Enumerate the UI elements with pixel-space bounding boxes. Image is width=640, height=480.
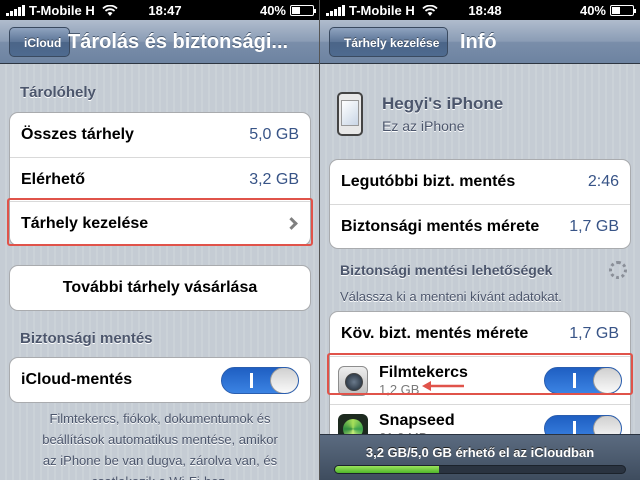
next-backup-size-value: 1,7 GB <box>569 325 619 342</box>
screenshot-composite: T-Mobile H 18:47 40% iCloud Tárolás és b… <box>0 0 640 480</box>
buy-more-storage-button[interactable]: További tárhely vásárlása <box>10 266 310 310</box>
battery-icon <box>610 4 636 16</box>
wifi-icon <box>422 4 438 16</box>
icloud-usage-progress <box>334 465 626 474</box>
icloud-backup-row: iCloud-mentés <box>10 358 310 402</box>
last-backup-value: 2:46 <box>587 173 619 190</box>
available-storage-value: 3,2 GB <box>249 170 299 188</box>
backup-size-row: Biztonsági mentés mérete 1,7 GB <box>330 204 630 248</box>
backup-group: iCloud-mentés <box>9 357 311 403</box>
next-backup-size-row: Köv. bizt. mentés mérete 1,7 GB <box>341 325 619 342</box>
backup-section-header: Biztonsági mentés <box>20 330 153 347</box>
back-button-manage-storage[interactable]: Tárhely kezelése <box>329 27 449 57</box>
clock: 18:48 <box>468 2 502 18</box>
total-storage-row: Összes tárhely 5,0 GB <box>21 126 299 143</box>
device-info-screen: T-Mobile H 18:48 40% Tárhely kezelése In… <box>320 0 640 480</box>
status-bar: T-Mobile H 18:47 40% <box>0 0 319 20</box>
signal-icon <box>6 4 25 16</box>
backup-info-group: Legutóbbi bizt. mentés 2:46 Biztonsági m… <box>329 159 631 249</box>
storage-backup-screen: T-Mobile H 18:47 40% iCloud Tárolás és b… <box>0 0 320 480</box>
icloud-backup-toggle[interactable] <box>221 366 299 394</box>
loading-spinner-icon <box>609 261 627 279</box>
progress-fill <box>335 466 440 473</box>
page-title: Tárolás és biztonsági... <box>68 31 289 53</box>
last-backup-row: Legutóbbi bizt. mentés 2:46 <box>341 173 619 190</box>
backup-options-subtitle: Válassza ki a menteni kívánt adatokat. <box>340 289 562 304</box>
icloud-usage-text: 3,2 GB/5,0 GB érhető el az iCloudban <box>365 445 595 460</box>
wifi-icon <box>102 4 118 16</box>
back-button-icloud[interactable]: iCloud <box>9 27 71 57</box>
device-name: Hegyi's iPhone <box>382 94 504 113</box>
battery-percent: 40% <box>259 2 286 18</box>
highlight-box <box>327 353 633 395</box>
total-storage-value: 5,0 GB <box>249 126 299 143</box>
icloud-usage-bar: 3,2 GB/5,0 GB érhető el az iCloudban <box>320 434 640 480</box>
page-title: Infó <box>460 31 497 53</box>
status-bar: T-Mobile H 18:48 40% <box>320 0 640 20</box>
storage-section-header: Tárolóhely <box>20 84 96 101</box>
backup-options-header: Biztonsági mentési lehetőségek <box>340 262 553 278</box>
navigation-bar: Tárhely kezelése Infó <box>320 20 640 64</box>
navigation-bar: iCloud Tárolás és biztonsági... <box>0 20 319 64</box>
highlight-box <box>7 198 313 246</box>
carrier-label: T-Mobile H <box>349 2 415 18</box>
red-arrow-icon <box>422 381 464 391</box>
battery-icon <box>290 4 316 16</box>
buy-storage-group: További tárhely vásárlása <box>9 265 311 311</box>
battery-percent: 40% <box>579 2 606 18</box>
iphone-icon <box>337 92 363 136</box>
backup-footnote: Filmtekercs, fiókok, dokumentumok és beá… <box>42 411 278 480</box>
available-storage-row: Elérhető 3,2 GB <box>10 157 310 201</box>
clock: 18:47 <box>148 2 182 18</box>
device-subtitle: Ez az iPhone <box>382 118 465 134</box>
toggle-knob <box>270 367 298 393</box>
carrier-label: T-Mobile H <box>29 2 95 18</box>
signal-icon <box>326 4 345 16</box>
backup-size-value: 1,7 GB <box>569 217 619 235</box>
